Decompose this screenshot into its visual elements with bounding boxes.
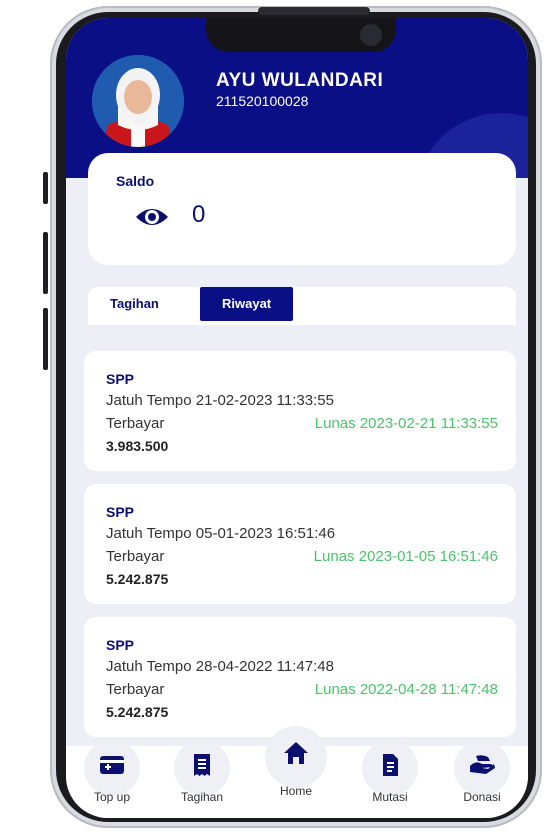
- saldo-value: 0: [192, 201, 206, 228]
- due-date: Jatuh Tempo 21-02-2023 11:33:55: [106, 392, 334, 409]
- tab-riwayat[interactable]: Riwayat: [200, 287, 294, 321]
- camera-icon: [360, 24, 382, 46]
- payment-type: SPP: [106, 637, 135, 653]
- paid-status: Lunas 2023-02-21 11:33:55: [314, 415, 498, 432]
- paid-label: Terbayar: [106, 548, 165, 565]
- avatar[interactable]: [92, 55, 184, 147]
- phone-speaker: [258, 7, 370, 15]
- saldo-title: Saldo: [116, 173, 155, 189]
- payment-amount: 5.242.875: [106, 704, 169, 720]
- volume-up-button: [43, 232, 48, 294]
- payment-amount: 3.983.500: [106, 438, 169, 454]
- tab-bar: Tagihan Riwayat: [88, 287, 516, 325]
- due-date: Jatuh Tempo 28-04-2022 11:47:48: [106, 658, 334, 675]
- paid-label: Terbayar: [106, 681, 165, 698]
- tab-tagihan[interactable]: Tagihan: [88, 287, 181, 321]
- avatar-photo: [92, 55, 184, 147]
- payment-type: SPP: [106, 371, 135, 387]
- nav-mutasi[interactable]: Mutasi: [350, 740, 430, 818]
- saldo-card: Saldo 0: [88, 153, 516, 265]
- mute-switch: [43, 172, 48, 204]
- eye-icon[interactable]: [134, 205, 170, 229]
- nav-topup[interactable]: Top up: [72, 740, 152, 818]
- paid-status: Lunas 2022-04-28 11:47:48: [314, 681, 498, 698]
- home-icon: [284, 742, 308, 764]
- nav-home[interactable]: Home: [256, 726, 336, 818]
- volume-down-button: [43, 308, 48, 370]
- nav-label: Top up: [93, 790, 131, 804]
- nav-label: Tagihan: [180, 790, 224, 804]
- wallet-icon: [100, 756, 124, 774]
- payment-amount: 5.242.875: [106, 571, 169, 587]
- nav-label: Donasi: [463, 790, 501, 804]
- due-date: Jatuh Tempo 05-01-2023 16:51:46: [106, 525, 336, 542]
- nav-donasi[interactable]: Donasi: [442, 740, 522, 818]
- payment-type: SPP: [106, 504, 135, 520]
- history-item[interactable]: SPP Jatuh Tempo 05-01-2023 16:51:46 Terb…: [84, 484, 516, 604]
- app-screen: AYU WULANDARI 211520100028 Saldo 0 Tagih…: [66, 18, 528, 818]
- nav-label: Home: [279, 784, 312, 798]
- nav-tagihan[interactable]: Tagihan: [162, 740, 242, 818]
- document-icon: [383, 754, 398, 776]
- phone-notch: [206, 18, 396, 52]
- nav-label: Mutasi: [372, 790, 408, 804]
- user-name: AYU WULANDARI: [216, 70, 384, 91]
- paid-status: Lunas 2023-01-05 16:51:46: [313, 548, 498, 565]
- hand-money-icon: [470, 755, 495, 774]
- history-item[interactable]: SPP Jatuh Tempo 28-04-2022 11:47:48 Terb…: [84, 617, 516, 737]
- bottom-nav: Top up Tagihan Home Mutasi Donasi: [66, 726, 528, 818]
- paid-label: Terbayar: [106, 415, 165, 432]
- receipt-icon: [194, 754, 210, 776]
- user-id: 211520100028: [216, 93, 309, 109]
- history-item[interactable]: SPP Jatuh Tempo 21-02-2023 11:33:55 Terb…: [84, 351, 516, 471]
